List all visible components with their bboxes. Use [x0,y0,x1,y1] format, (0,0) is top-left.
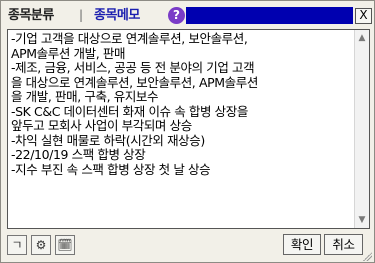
memo-line: -22/10/19 스팩 합병 상장 [11,147,146,162]
vertical-scrollbar[interactable]: ▲ ▼ [354,30,369,228]
memo-line: APM솔루션 개발, 판매 [11,45,126,61]
bottom-toolbar: ㄱ ⚙ 🗓 확인 취소 [2,230,373,262]
memo-line: -기업 고객을 대상으로 연계솔루션, 보안솔루션, [11,32,248,46]
ok-button[interactable]: 확인 [283,234,321,255]
memo-line: -차익 실현 매물로 하락(시간외 재상승) [11,132,205,148]
memo-textarea[interactable]: -기업 고객을 대상으로 연계솔루션, 보안솔루션, APM솔루션 개발, 판매… [7,29,370,229]
tab-separator: | [79,8,84,22]
title-bar: 종목분류 | 종목메모 ? X [2,2,373,28]
stock-memo-window: 종목분류 | 종목메모 ? X -기업 고객을 대상으로 연계솔루션, 보안솔루… [0,0,375,263]
memo-content[interactable]: -기업 고객을 대상으로 연계솔루션, 보안솔루션, APM솔루션 개발, 판매… [11,32,353,226]
memo-line: 을 개발, 판매, 구축, 유지보수 [11,89,159,104]
tab-stock-memo[interactable]: 종목메모 [94,8,140,23]
memo-line: -SK C&C 데이터센터 화재 이슈 속 합병 상장을 [11,103,248,119]
memo-line: -제조, 금융, 서비스, 공공 등 전 분야의 기업 고객 [11,60,255,75]
cancel-button[interactable]: 취소 [324,234,363,255]
text-input-button[interactable]: ㄱ [7,235,27,255]
settings-gear-icon[interactable]: ⚙ [31,235,51,255]
memo-line: 을 대상으로 연계솔루션, 보안솔루션, APM솔루션 [11,74,258,90]
memo-line: 앞두고 모회사 사업이 부각되며 상승 [11,118,192,133]
scroll-up-icon[interactable]: ▲ [355,31,369,45]
close-button[interactable]: X [355,8,372,24]
tab-stock-classification[interactable]: 종목분류 [8,8,54,23]
title-highlight-bar [186,7,353,24]
memo-line: -지수 부진 속 스팩 합병 상장 첫 날 상승 [11,161,211,177]
scroll-down-icon[interactable]: ▼ [355,213,369,227]
help-icon[interactable]: ? [168,7,185,24]
resize-grip-icon[interactable] [362,251,372,261]
calendar-icon[interactable]: 🗓 [55,235,75,255]
